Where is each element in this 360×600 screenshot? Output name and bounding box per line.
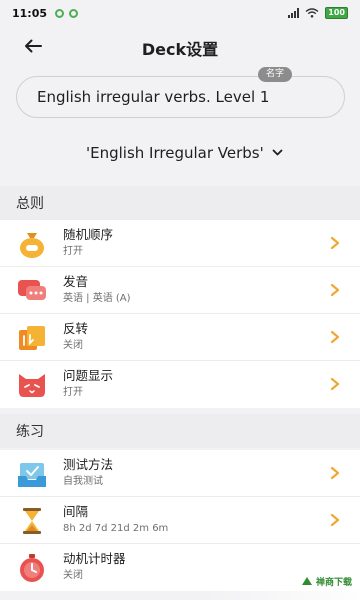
setting-text: 动机计时器 关闭 [63, 551, 126, 583]
setting-title: 测试方法 [63, 457, 114, 472]
setting-text: 问题显示 打开 [63, 368, 113, 400]
setting-value: 自我测试 [63, 476, 103, 487]
field-label-badge: 名字 [258, 67, 293, 82]
chevron-right-icon [330, 283, 340, 297]
chevron-right-icon [330, 330, 340, 344]
setting-text: 发音 英语 | 英语 (A) [63, 274, 131, 306]
setting-text: 随机顺序 打开 [63, 227, 113, 259]
setting-value: 打开 [63, 387, 83, 398]
watermark-logo-icon [301, 577, 312, 585]
setting-value: 8h 2d 7d 21d 2m 6m [63, 523, 169, 534]
chat-bubble-icon [18, 280, 46, 300]
notification-icon [55, 8, 65, 18]
general-settings-list: 随机顺序 打开 发音 英语 | 英语 (A) 反转 关闭 问题显示 打开 [0, 220, 360, 408]
setting-title: 间隔 [63, 504, 89, 519]
chevron-right-icon [330, 513, 340, 527]
setting-row-question-display[interactable]: 问题显示 打开 [0, 361, 360, 408]
deck-name-value: English irregular verbs. Level 1 [37, 88, 270, 106]
deck-name-field[interactable]: English irregular verbs. Level 1 [16, 76, 345, 118]
setting-text: 反转 关闭 [63, 321, 88, 353]
setting-text: 测试方法 自我测试 [63, 457, 113, 489]
section-header-practice: 练习 [0, 414, 360, 448]
setting-value: 关闭 [63, 340, 83, 351]
hourglass-icon [23, 508, 41, 534]
setting-title: 随机顺序 [63, 227, 114, 242]
setting-row-interval[interactable]: 间隔 8h 2d 7d 21d 2m 6m [0, 497, 360, 544]
setting-row-pronunciation[interactable]: 发音 英语 | 英语 (A) [0, 267, 360, 314]
setting-title: 动机计时器 [63, 551, 126, 566]
status-indicators: 100 [288, 7, 348, 19]
inbox-tray-icon [18, 463, 46, 487]
page-title: Deck设置 [141, 40, 219, 59]
setting-value: 英语 | 英语 (A) [63, 293, 131, 304]
setting-title: 发音 [63, 274, 89, 289]
chevron-right-icon [330, 377, 340, 391]
setting-row-test-method[interactable]: 测试方法 自我测试 [0, 450, 360, 497]
timer-icon [20, 554, 44, 582]
setting-title: 反转 [63, 321, 89, 336]
battery-icon: 100 [325, 7, 348, 19]
deck-selector[interactable]: 'English Irregular Verbs' [86, 141, 283, 165]
chevron-down-icon [272, 149, 283, 156]
wifi-icon [305, 8, 319, 18]
flip-cards-icon [19, 326, 45, 350]
setting-row-reverse[interactable]: 反转 关闭 [0, 314, 360, 361]
setting-title: 问题显示 [63, 368, 114, 383]
notification-icon [69, 8, 79, 18]
watermark: 禅商下载 [205, 562, 360, 600]
setting-row-random-order[interactable]: 随机顺序 打开 [0, 220, 360, 267]
setting-value: 关闭 [63, 570, 83, 581]
status-bar: 11:05 100 [0, 0, 360, 26]
app-header: Deck设置 [0, 26, 360, 66]
cat-face-icon [19, 374, 45, 397]
signal-icon [288, 8, 300, 18]
setting-text: 间隔 8h 2d 7d 21d 2m 6m [63, 504, 168, 536]
chevron-right-icon [330, 466, 340, 480]
deck-selector-value: 'English Irregular Verbs' [86, 144, 264, 162]
money-bag-icon [20, 233, 44, 258]
watermark-text: 禅商下载 [315, 577, 352, 588]
chevron-right-icon [330, 236, 340, 250]
section-header-general: 总则 [0, 186, 360, 220]
setting-value: 打开 [63, 246, 83, 257]
status-time: 11:05 [12, 6, 48, 20]
